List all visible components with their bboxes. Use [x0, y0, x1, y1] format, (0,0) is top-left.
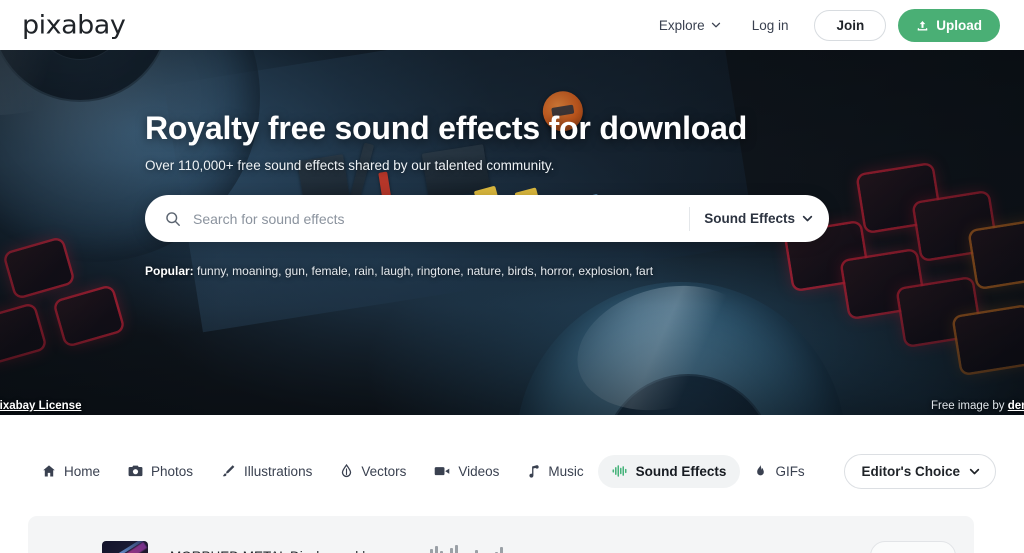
table-row[interactable]: MORPHED METAL Discharged | ... — [28, 516, 974, 553]
track-waveform[interactable] — [415, 544, 533, 553]
editors-choice-label: Editor's Choice — [861, 463, 960, 479]
page-title: Royalty free sound effects for download — [145, 110, 748, 146]
nav-explore[interactable]: Explore — [643, 18, 736, 33]
nav-item-photos[interactable]: Photos — [114, 455, 207, 488]
nav-item-photos-label: Photos — [151, 463, 194, 479]
track-title[interactable]: MORPHED METAL Discharged | ... — [170, 549, 381, 553]
nav-item-videos-label: Videos — [458, 463, 500, 479]
nav-explore-label: Explore — [658, 17, 705, 33]
header-nav: Explore Log in Join Upload — [643, 8, 1000, 42]
nav-item-sound-effects[interactable]: Sound Effects — [597, 454, 741, 488]
video-icon — [434, 465, 450, 477]
nav-item-illustrations-label: Illustrations — [244, 463, 313, 479]
license-note[interactable]: ut the Pixabay License — [0, 400, 81, 412]
nav-item-gifs-label: GIFs — [775, 463, 805, 479]
chevron-down-icon — [802, 213, 813, 222]
hero-banner: CLOUD Royalty free sound effects for dow… — [0, 50, 1024, 415]
nav-item-gifs[interactable]: GIFs — [740, 455, 818, 488]
pixabay-license-link[interactable]: Pixabay License — [0, 400, 81, 412]
nav-item-music-label: Music — [548, 463, 584, 479]
popular-tags-list[interactable]: funny, moaning, gun, female, rain, laugh… — [197, 264, 653, 278]
chevron-down-icon — [711, 20, 720, 29]
image-attribution[interactable]: Free image by deni_e — [931, 400, 1024, 412]
search-icon — [165, 211, 181, 227]
attribution-text: Free image by — [931, 400, 1008, 412]
site-header: pixabay Explore Log in Join Upload — [0, 0, 1024, 50]
search-bar[interactable]: Sound Effects — [145, 195, 829, 242]
nav-login-label: Log in — [751, 17, 789, 33]
nav-item-home-label: Home — [64, 463, 101, 479]
popular-label: Popular: — [145, 264, 194, 278]
home-icon — [42, 464, 56, 478]
track-download-button[interactable] — [870, 541, 956, 553]
category-nav: Home Photos Illustrations Vectors Videos… — [0, 415, 1024, 527]
nav-item-sound-effects-label: Sound Effects — [635, 463, 727, 479]
results-panel: MORPHED METAL Discharged | ... — [28, 516, 974, 553]
search-divider — [689, 206, 691, 231]
attribution-author-link[interactable]: deni_e — [1008, 400, 1024, 412]
nav-item-vectors[interactable]: Vectors — [326, 455, 420, 488]
popular-tags[interactable]: Popular: funny, moaning, gun, female, ra… — [145, 264, 905, 278]
pen-icon — [340, 464, 353, 478]
nav-login[interactable]: Log in — [736, 18, 805, 33]
search-input[interactable] — [193, 210, 676, 227]
nav-item-home[interactable]: Home — [28, 455, 114, 488]
upload-button[interactable]: Upload — [898, 8, 1000, 42]
search-type-dropdown[interactable]: Sound Effects — [704, 211, 813, 226]
camera-icon — [128, 464, 143, 478]
upload-button-label: Upload — [936, 17, 982, 33]
search-type-label: Sound Effects — [704, 211, 795, 226]
pixabay-sound-effects-page: pixabay Explore Log in Join Upload Royal… — [0, 0, 1024, 553]
editors-choice-button[interactable]: Editor's Choice — [843, 453, 996, 489]
music-note-icon — [527, 464, 540, 478]
hero-subtitle: Over 110,000+ free sound effects shared … — [145, 158, 555, 173]
join-button[interactable]: Join — [814, 9, 887, 41]
nav-item-music[interactable]: Music — [513, 455, 597, 488]
join-button-label: Join — [836, 17, 865, 33]
hero-content: Royalty free sound effects for download … — [145, 110, 905, 278]
gif-flame-icon — [754, 464, 767, 478]
track-artwork — [102, 541, 148, 553]
nav-item-vectors-label: Vectors — [361, 463, 407, 479]
nav-item-illustrations[interactable]: Illustrations — [207, 455, 326, 488]
brush-icon — [221, 464, 236, 478]
upload-icon — [916, 19, 929, 32]
waveform-icon — [612, 464, 628, 478]
pixabay-logo[interactable]: pixabay — [22, 10, 126, 39]
nav-item-videos[interactable]: Videos — [420, 455, 513, 488]
chevron-down-icon — [969, 466, 980, 475]
